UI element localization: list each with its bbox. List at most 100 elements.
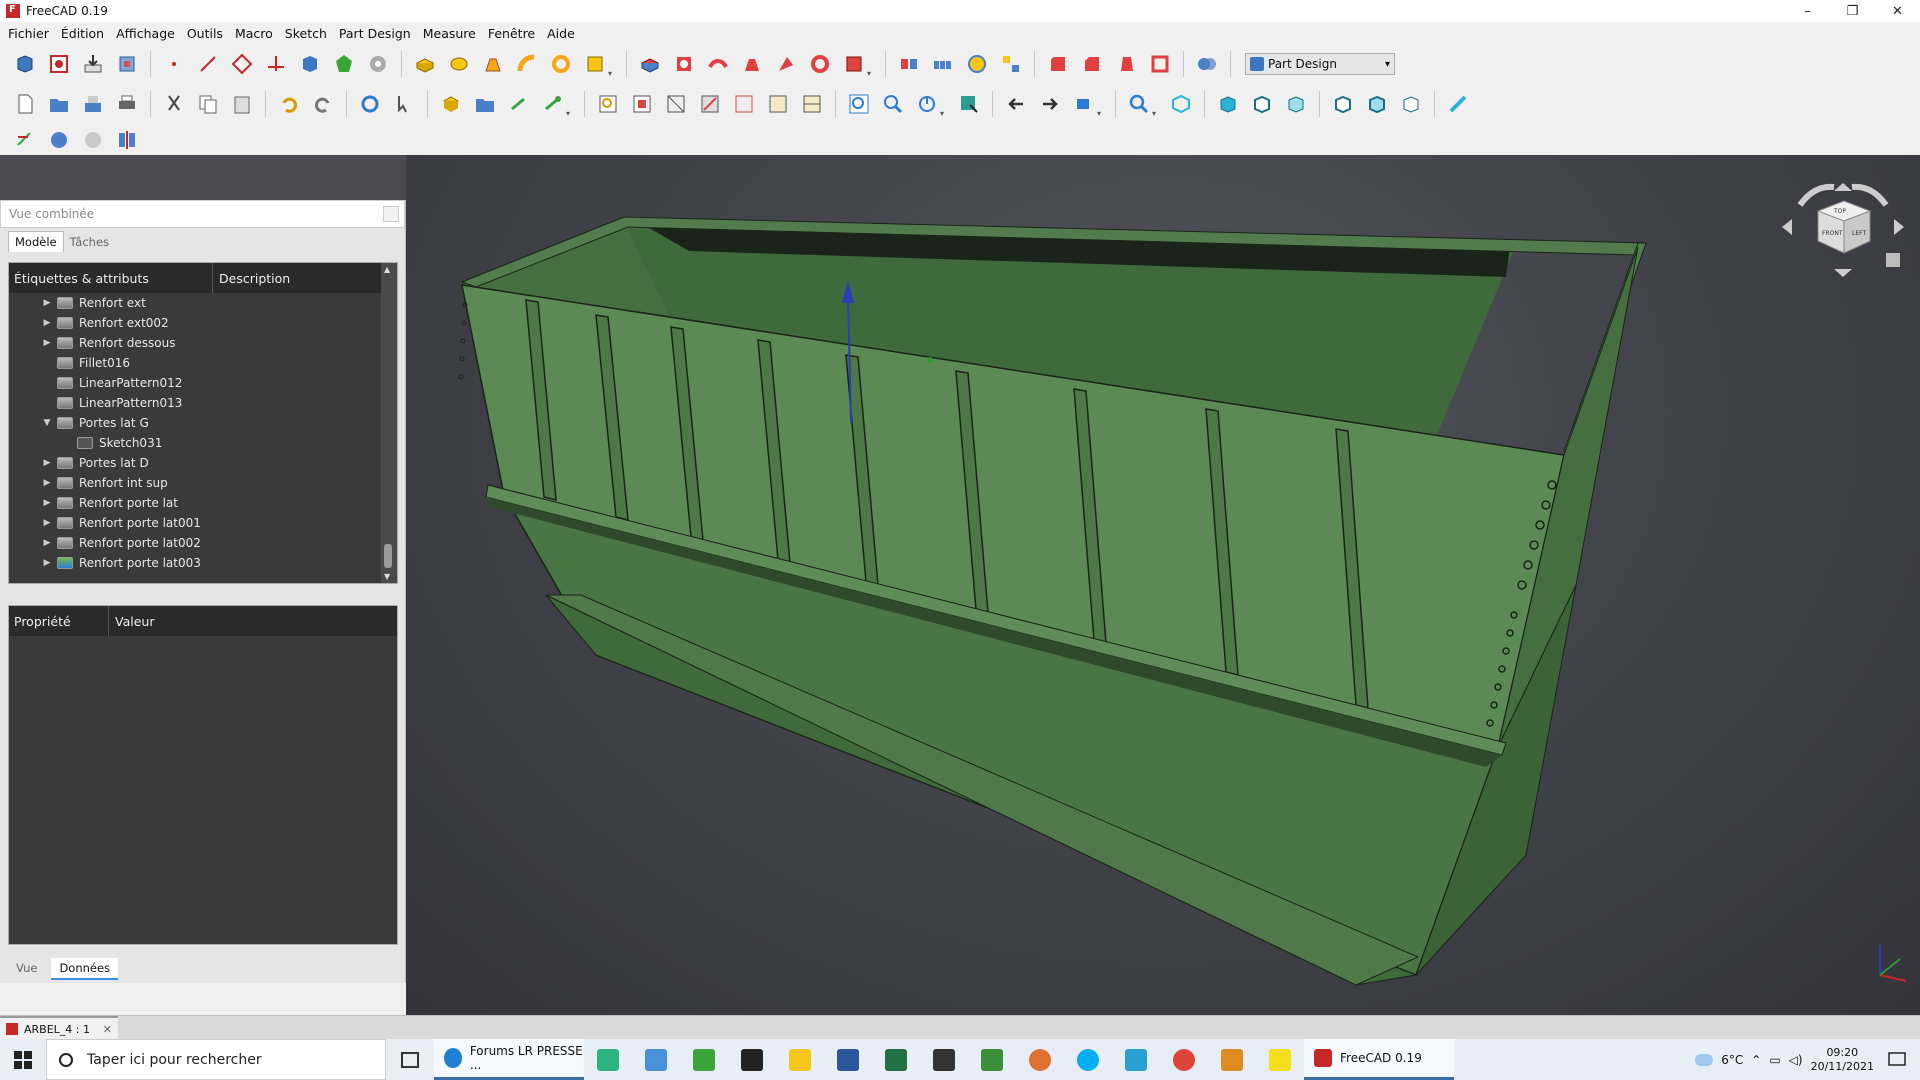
std-view-icon[interactable] (954, 89, 984, 119)
new-group-icon[interactable] (470, 89, 500, 119)
tree-item[interactable]: ▼ Portes lat G (9, 413, 383, 433)
print-icon[interactable] (112, 89, 142, 119)
measure-distance-icon[interactable] (1443, 89, 1473, 119)
taskbar-chrome[interactable] (1160, 1039, 1208, 1080)
zoom-fit-icon[interactable] (844, 89, 874, 119)
menu-affichage[interactable]: Affichage (110, 26, 181, 41)
paste-icon[interactable] (227, 89, 257, 119)
selection-view-icon[interactable] (695, 89, 725, 119)
menu-aide[interactable]: Aide (541, 26, 581, 41)
taskbar-app-3[interactable] (680, 1039, 728, 1080)
boolean-icon[interactable] (1192, 49, 1222, 79)
taskbar-7zip[interactable] (728, 1039, 776, 1080)
fillet-icon[interactable] (1043, 49, 1073, 79)
datum-line-icon[interactable] (193, 49, 223, 79)
weather-icon[interactable] (1695, 1053, 1714, 1066)
tree-item[interactable]: Sketch031 (9, 433, 383, 453)
link-icon[interactable] (504, 89, 534, 119)
forward-arrow-icon[interactable] (1035, 89, 1065, 119)
cut-icon[interactable] (159, 89, 189, 119)
temperature[interactable]: 6°C (1721, 1053, 1743, 1067)
expand-arrow-icon[interactable]: ▶ (41, 458, 53, 468)
scrollbar-thumb[interactable] (384, 544, 392, 568)
view-fit-all-icon[interactable] (593, 89, 623, 119)
tree-header-description[interactable]: Description (213, 271, 290, 286)
linear-pattern-icon[interactable] (928, 49, 958, 79)
additive-loft-icon[interactable] (478, 49, 508, 79)
tree-item[interactable]: ▶ Renfort ext (9, 293, 383, 313)
prop-header-property[interactable]: Propriété (9, 606, 109, 636)
new-part-icon[interactable] (436, 89, 466, 119)
groove-icon[interactable] (703, 49, 733, 79)
tree-item[interactable]: LinearPattern013 (9, 393, 383, 413)
taskbar-search-input[interactable]: Taper ici pour rechercher (46, 1039, 386, 1080)
tree-item[interactable]: ▶ Renfort porte lat003 (9, 553, 383, 573)
restore-button[interactable]: ❐ (1830, 0, 1875, 22)
view-clip-icon[interactable] (797, 89, 827, 119)
save-icon[interactable] (78, 89, 108, 119)
subtractive-loft-icon[interactable] (737, 49, 767, 79)
pad-icon[interactable] (410, 49, 440, 79)
draw-style-icon[interactable] (661, 89, 691, 119)
back-arrow-icon[interactable] (1001, 89, 1031, 119)
collapse-arrow-icon[interactable]: ▼ (41, 418, 53, 428)
close-button[interactable]: ✕ (1875, 0, 1920, 22)
start-button[interactable] (0, 1039, 46, 1080)
taskbar-app-5[interactable] (968, 1039, 1016, 1080)
copy-icon[interactable] (193, 89, 223, 119)
taskbar-explorer[interactable] (776, 1039, 824, 1080)
revolution-icon[interactable] (444, 49, 474, 79)
tree-item[interactable]: ▶ Renfort porte lat (9, 493, 383, 513)
taskbar-edge-app[interactable]: Forums LR PRESSE ... (434, 1039, 584, 1080)
import-icon[interactable] (78, 49, 108, 79)
taskbar-word[interactable] (824, 1039, 872, 1080)
menu-sketch[interactable]: Sketch (279, 26, 333, 41)
hole-icon[interactable] (669, 49, 699, 79)
tab-vue[interactable]: Vue (8, 958, 45, 980)
create-sketch-icon[interactable] (10, 125, 40, 155)
taskbar-app-9[interactable] (1256, 1039, 1304, 1080)
taskbar-app-8[interactable] (1208, 1039, 1256, 1080)
view-measure-icon[interactable] (763, 89, 793, 119)
taskbar-app-1[interactable] (584, 1039, 632, 1080)
create-part-icon[interactable] (44, 49, 74, 79)
close-panel-button[interactable] (383, 206, 399, 222)
expand-arrow-icon[interactable]: ▶ (41, 298, 53, 308)
taskbar-app-7[interactable] (1112, 1039, 1160, 1080)
tree-item[interactable]: ▶ Renfort porte lat002 (9, 533, 383, 553)
menu-outils[interactable]: Outils (181, 26, 229, 41)
mirror-sketch-icon[interactable] (112, 125, 142, 155)
chamfer-icon[interactable] (1077, 49, 1107, 79)
chevron-up-icon[interactable]: ⌃ (1751, 1053, 1761, 1067)
expand-arrow-icon[interactable]: ▶ (41, 518, 53, 528)
zoom-icon[interactable] (878, 89, 908, 119)
view-isometric-icon[interactable] (1166, 89, 1196, 119)
undo-icon[interactable] (274, 89, 304, 119)
tree-item[interactable]: Fillet016 (9, 353, 383, 373)
3d-viewport[interactable]: TOP FRONT LEFT (406, 155, 1920, 1015)
notification-icon[interactable] (1882, 1045, 1912, 1075)
multi-transform-icon[interactable] (996, 49, 1026, 79)
additive-helix-icon[interactable] (546, 49, 576, 79)
expand-arrow-icon[interactable]: ▶ (41, 538, 53, 548)
open-folder-icon[interactable] (44, 89, 74, 119)
task-view-icon[interactable] (386, 1039, 434, 1080)
3d-model[interactable] (406, 155, 1920, 1015)
whats-this-icon[interactable] (389, 89, 419, 119)
navigation-cube[interactable]: TOP FRONT LEFT (1778, 175, 1908, 285)
additive-box-icon[interactable] (580, 49, 610, 79)
tree-item[interactable]: ▶ Renfort porte lat001 (9, 513, 383, 533)
tree-item[interactable]: LinearPattern012 (9, 373, 383, 393)
view-link-icon[interactable] (1069, 89, 1099, 119)
menu-macro[interactable]: Macro (229, 26, 279, 41)
volume-icon[interactable]: ◁) (1789, 1053, 1803, 1067)
mirrored-icon[interactable] (894, 49, 924, 79)
local-cs-icon[interactable] (261, 49, 291, 79)
magnifier-icon[interactable] (1124, 89, 1154, 119)
attach-sketch-icon[interactable] (44, 125, 74, 155)
tree-item[interactable]: ▶ Renfort dessous (9, 333, 383, 353)
scroll-down-icon[interactable]: ▼ (384, 572, 390, 581)
network-icon[interactable]: ▭ (1769, 1053, 1780, 1067)
view-right-icon[interactable] (1281, 89, 1311, 119)
menu-part-design[interactable]: Part Design (333, 26, 417, 41)
